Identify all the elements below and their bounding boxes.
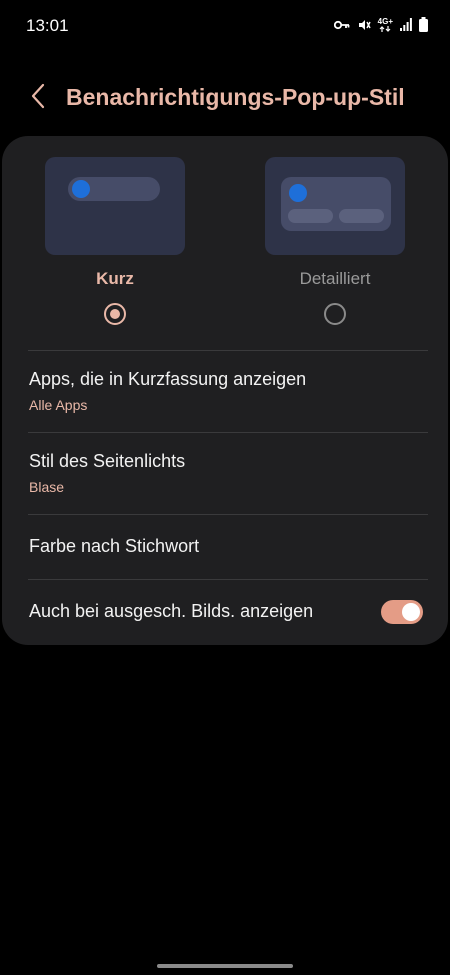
status-time: 13:01 <box>26 16 69 35</box>
preview-chip <box>288 209 333 223</box>
chevron-left-icon <box>30 83 46 114</box>
style-option-label: Kurz <box>96 269 134 288</box>
vibrate-mute-icon <box>357 18 371 32</box>
network-icon: 4G+ <box>377 16 393 32</box>
detailed-preview <box>265 157 405 255</box>
radio-brief[interactable] <box>104 303 126 325</box>
preview-chip <box>339 209 384 223</box>
style-option-detailed[interactable]: Detailliert <box>265 157 405 327</box>
header: Benachrichtigungs-Pop-up-Stil <box>0 76 450 120</box>
setting-title: Stil des Seitenlichts <box>29 451 186 471</box>
settings-card: Kurz Detailliert Apps, die in Kurzfassun… <box>2 136 448 645</box>
page-title: Benachrichtigungs-Pop-up-Stil <box>66 84 405 110</box>
setting-title: Apps, die in Kurzfassung anzeigen <box>29 369 307 389</box>
network-label: 4G+ <box>377 16 393 26</box>
preview-dot-icon <box>289 184 307 202</box>
signal-icon <box>400 18 412 31</box>
preview-pill <box>68 177 160 201</box>
back-button[interactable] <box>24 83 52 114</box>
setting-title: Farbe nach Stichwort <box>29 536 200 556</box>
battery-icon <box>419 17 428 32</box>
brief-preview <box>45 157 185 255</box>
screen-off-toggle[interactable] <box>381 600 423 624</box>
setting-apps-brief[interactable]: Apps, die in Kurzfassung anzeigen Alle A… <box>2 351 448 432</box>
home-indicator[interactable] <box>157 964 293 968</box>
status-bar: 13:01 4G+ <box>0 0 450 52</box>
radio-detailed[interactable] <box>324 303 346 325</box>
setting-subtitle: Blase <box>29 479 65 495</box>
preview-card <box>281 177 391 231</box>
setting-subtitle: Alle Apps <box>29 397 88 413</box>
preview-dot-icon <box>72 180 90 198</box>
setting-color-by-keyword[interactable]: Farbe nach Stichwort <box>2 515 448 579</box>
status-icons: 4G+ <box>333 16 428 32</box>
style-option-label: Detailliert <box>299 269 371 288</box>
style-option-brief[interactable]: Kurz <box>45 157 185 327</box>
toggle-knob <box>402 603 420 621</box>
setting-title: Auch bei ausgesch. Bilds. anzeigen <box>29 601 314 621</box>
setting-show-when-screen-off[interactable]: Auch bei ausgesch. Bilds. anzeigen <box>2 580 448 644</box>
key-icon <box>333 20 350 30</box>
setting-edge-light-style[interactable]: Stil des Seitenlichts Blase <box>2 433 448 514</box>
